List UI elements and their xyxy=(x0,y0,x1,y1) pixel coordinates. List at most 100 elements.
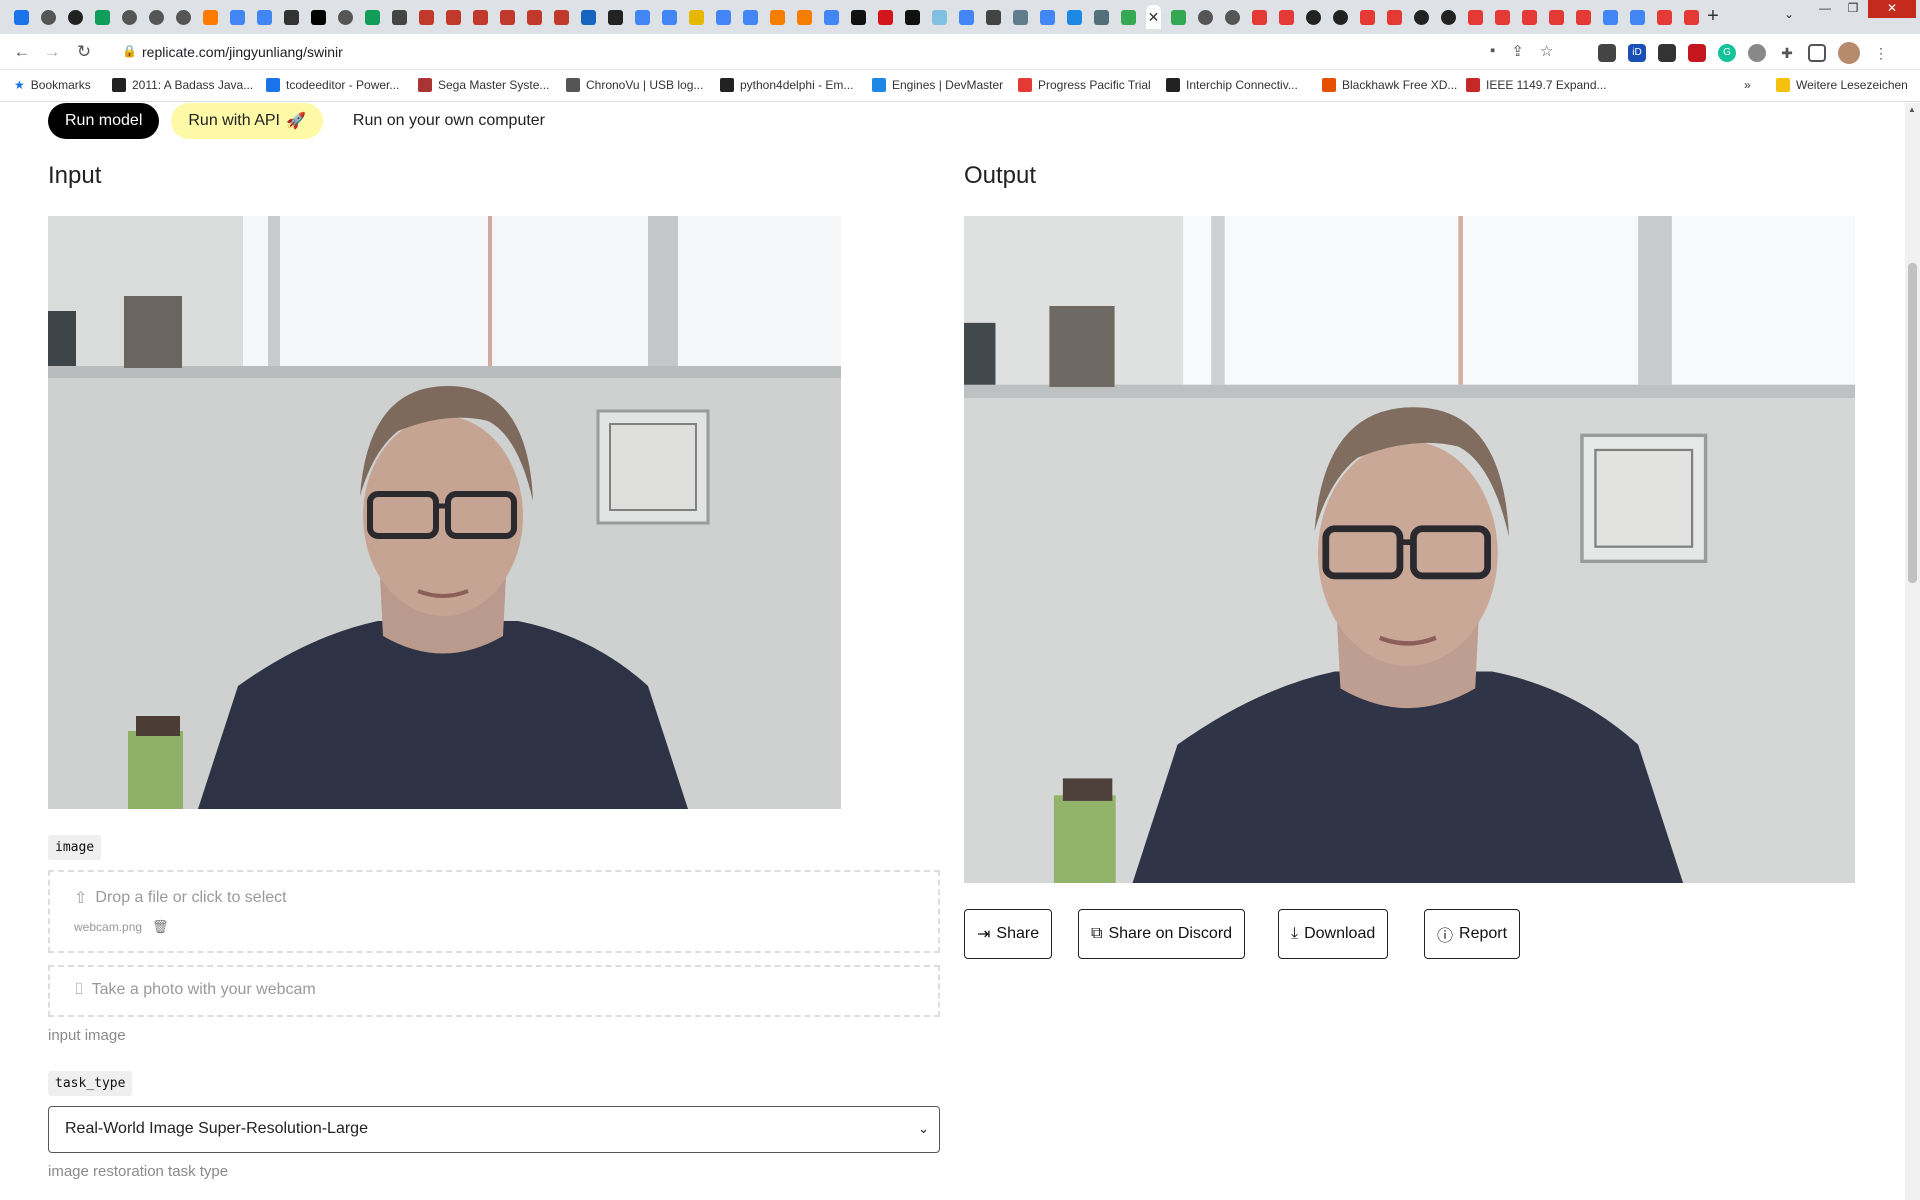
tshirt-tab-icon[interactable] xyxy=(1067,9,1082,25)
puzzle-icon[interactable]: ✚ xyxy=(1778,44,1796,62)
task-type-select[interactable]: Real-World Image Super-Resolution-Large … xyxy=(48,1106,940,1153)
share-button[interactable]: ⇥ Share xyxy=(964,909,1053,959)
run-with-api-button[interactable]: Run with API 🚀 xyxy=(171,103,323,139)
sidepanel-icon[interactable] xyxy=(1808,44,1826,62)
sheets-tab-icon[interactable] xyxy=(365,9,380,25)
rocket-tab-icon[interactable] xyxy=(1495,9,1510,25)
bookmark-item[interactable]: Interchip Connectiv... xyxy=(1166,78,1298,92)
redI-tab-icon[interactable] xyxy=(419,9,434,25)
rocket-tab-icon[interactable] xyxy=(1522,9,1537,25)
medium-tab-icon[interactable] xyxy=(311,9,326,25)
trash-icon[interactable]: 🗑 xyxy=(152,919,169,935)
redI-tab-icon[interactable] xyxy=(446,9,461,25)
scrollbar-thumb[interactable] xyxy=(1908,263,1917,583)
google-tab-icon[interactable] xyxy=(1040,9,1055,25)
redI-tab-icon[interactable] xyxy=(500,9,515,25)
minimize-button[interactable]: — xyxy=(1812,0,1838,18)
new-tab-button[interactable]: + xyxy=(1702,6,1724,28)
more-bookmarks-button[interactable]: » xyxy=(1744,78,1751,92)
blogger-tab-icon[interactable] xyxy=(797,9,812,25)
bookmark-item[interactable]: 2011: A Badass Java... xyxy=(112,78,253,92)
google-tab-icon[interactable] xyxy=(824,9,839,25)
file-dropzone[interactable]: ⇧ Drop a file or click to select webcam.… xyxy=(48,870,940,953)
webcam-capture[interactable]: ⌷ Take a photo with your webcam xyxy=(48,965,940,1017)
share-discord-button[interactable]: ⧉ Share on Discord xyxy=(1078,909,1246,959)
extension-icon[interactable] xyxy=(1658,44,1676,62)
menu-icon[interactable]: ⋮ xyxy=(1872,44,1890,62)
back-icon[interactable]: ← xyxy=(10,41,34,63)
rocket-tab-icon[interactable] xyxy=(1252,9,1267,25)
sheets-tab-icon[interactable] xyxy=(95,9,110,25)
share-page-icon[interactable]: ⇪ xyxy=(1511,42,1524,60)
extension-icon[interactable] xyxy=(1748,44,1766,62)
google-tab-icon[interactable] xyxy=(257,9,272,25)
acrobat-tab-icon[interactable] xyxy=(878,9,893,25)
google-tab-icon[interactable] xyxy=(959,9,974,25)
forward-icon[interactable]: → xyxy=(40,41,64,63)
chrome-tab-icon[interactable] xyxy=(176,9,191,25)
bookmark-item[interactable]: Blackhawk Free XD... xyxy=(1322,78,1457,92)
rocket-tab-icon[interactable] xyxy=(1360,9,1375,25)
avatar[interactable] xyxy=(1838,42,1860,64)
rocket-tab-icon[interactable] xyxy=(1684,9,1699,25)
google-tab-icon[interactable] xyxy=(1630,9,1645,25)
rocket-tab-icon[interactable] xyxy=(1387,9,1402,25)
chrome-tab-icon[interactable] xyxy=(338,9,353,25)
bookmark-item[interactable]: Progress Pacific Trial xyxy=(1018,78,1151,92)
bookmark-item[interactable]: python4delphi - Em... xyxy=(720,78,853,92)
redI-tab-icon[interactable] xyxy=(554,9,569,25)
github-tab-icon[interactable] xyxy=(1306,9,1321,25)
redI-tab-icon[interactable] xyxy=(473,9,488,25)
box2-tab-icon[interactable] xyxy=(1013,9,1028,25)
address-bar[interactable]: 🔒 replicate.com/jingyunliang/swinir xyxy=(110,38,1510,66)
google-tab-icon[interactable] xyxy=(1603,9,1618,25)
chrome-tab-icon[interactable] xyxy=(149,9,164,25)
tab-search-icon[interactable]: ⌄ xyxy=(1778,7,1800,27)
scroll-up-icon[interactable]: ▲ xyxy=(1908,105,1916,114)
green-tab-icon[interactable] xyxy=(1171,9,1186,25)
run-model-button[interactable]: Run model xyxy=(48,103,160,139)
reload-icon[interactable]: ↻ xyxy=(72,41,96,63)
play-tab-icon[interactable] xyxy=(905,9,920,25)
google-tab-icon[interactable] xyxy=(230,9,245,25)
bookmark-item[interactable]: ChronoVu | USB log... xyxy=(566,78,703,92)
chart-tab-icon[interactable] xyxy=(689,9,704,25)
rocket-tab-icon[interactable] xyxy=(1549,9,1564,25)
chart2-tab-icon[interactable] xyxy=(1094,9,1109,25)
url-text[interactable]: replicate.com/jingyunliang/swinir xyxy=(142,44,343,60)
wiki-tab-icon[interactable] xyxy=(986,9,1001,25)
green-tab-icon[interactable] xyxy=(1121,9,1136,25)
tab-close-icon[interactable]: ✕ xyxy=(1146,5,1161,29)
google-tab-icon[interactable] xyxy=(635,9,650,25)
other-bookmarks-folder[interactable]: Weitere Lesezeichen xyxy=(1776,78,1908,92)
chrome-tab-icon[interactable] xyxy=(122,9,137,25)
download-button[interactable]: ⤓ Download xyxy=(1278,909,1389,959)
bookmark-star-icon[interactable]: ☆ xyxy=(1540,42,1553,60)
bookmark-item[interactable]: Engines | DevMaster xyxy=(872,78,1003,92)
google-tab-icon[interactable] xyxy=(662,9,677,25)
gear-tab-icon[interactable] xyxy=(14,9,29,25)
google-tab-icon[interactable] xyxy=(743,9,758,25)
extension-icon[interactable]: iD xyxy=(1628,44,1646,62)
grammarly-icon[interactable]: G xyxy=(1718,44,1736,62)
chrome-tab-icon[interactable] xyxy=(1198,9,1213,25)
github-tab-icon[interactable] xyxy=(68,9,83,25)
extension-icon[interactable] xyxy=(1688,44,1706,62)
chrome-tab-icon[interactable] xyxy=(41,9,56,25)
fm-tab-icon[interactable] xyxy=(581,9,596,25)
play-tab-icon[interactable] xyxy=(851,9,866,25)
rocket-tab-icon[interactable] xyxy=(1279,9,1294,25)
bookmark-item[interactable]: Sega Master Syste... xyxy=(418,78,549,92)
box-tab-icon[interactable] xyxy=(284,9,299,25)
table-tab-icon[interactable] xyxy=(392,9,407,25)
redI-tab-icon[interactable] xyxy=(527,9,542,25)
bird-tab-icon[interactable] xyxy=(932,9,947,25)
bookmark-item[interactable]: IEEE 1149.7 Expand... xyxy=(1466,78,1607,92)
close-window-button[interactable]: ✕ xyxy=(1868,0,1916,18)
camera-icon[interactable]: ▪ xyxy=(1490,42,1495,60)
orange-tab-icon[interactable] xyxy=(203,9,218,25)
bookmarks-folder[interactable]: ★ Bookmarks xyxy=(14,78,91,92)
restore-button[interactable]: ❐ xyxy=(1840,0,1866,18)
chrome-tab-icon[interactable] xyxy=(1225,9,1240,25)
rocket-tab-icon[interactable] xyxy=(1576,9,1591,25)
